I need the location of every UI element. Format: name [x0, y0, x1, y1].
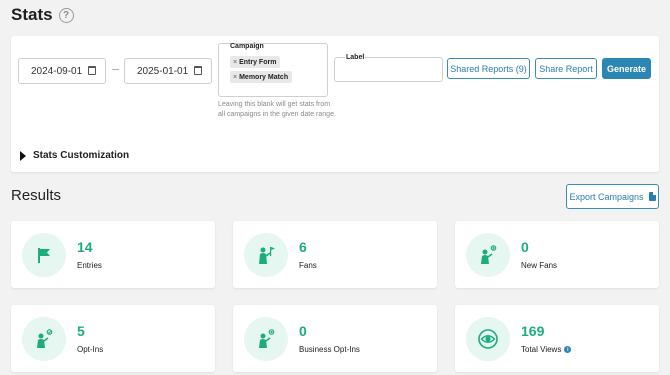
stat-value: 0 [521, 239, 529, 255]
campaign-chip[interactable]: × Memory Match [230, 71, 293, 83]
export-campaigns-button[interactable]: Export Campaigns [566, 184, 659, 209]
stats-customization-toggle[interactable]: Stats Customization [20, 150, 129, 161]
label-field-caption: Label [345, 54, 366, 61]
eye-icon [466, 317, 510, 361]
stat-label: New Fans [521, 261, 558, 270]
stat-value: 14 [77, 239, 93, 255]
stat-card-new-fans: 0 New Fans [455, 221, 659, 288]
campaign-help-text: Leaving this blank will get stats from a… [218, 101, 336, 118]
stat-label: Total Views i [521, 345, 572, 354]
stat-label: Fans [299, 261, 317, 270]
campaign-chip[interactable]: × Entry Form [230, 56, 281, 68]
remove-chip-icon[interactable]: × [233, 74, 237, 81]
document-icon [648, 192, 656, 201]
end-date-input[interactable]: 2025-01-01 [124, 58, 212, 84]
business-opt-in-icon [244, 317, 288, 361]
flag-icon [22, 233, 66, 277]
campaign-chip-label: Entry Form [239, 58, 277, 66]
new-fan-icon [466, 233, 510, 277]
stat-label: Entries [77, 261, 102, 270]
calendar-icon[interactable] [194, 66, 202, 75]
stat-card-entries: 14 Entries [11, 221, 215, 288]
opt-in-icon [22, 317, 66, 361]
generate-button[interactable]: Generate [602, 58, 651, 79]
calendar-icon[interactable] [88, 66, 96, 75]
shared-reports-button[interactable]: Shared Reports (9) [447, 58, 530, 79]
campaign-chip-label: Memory Match [239, 73, 289, 81]
stat-label: Opt-Ins [77, 345, 104, 354]
share-report-button[interactable]: Share Report [535, 58, 597, 79]
page-title: Stats [11, 5, 53, 24]
stat-card-business-opt-ins: 0 Business Opt-Ins [233, 305, 437, 372]
start-date-input[interactable]: 2024-09-01 [18, 58, 106, 84]
date-range-separator [112, 69, 119, 70]
page-header: Stats ? [11, 5, 74, 25]
question-circle-icon[interactable]: ? [58, 7, 74, 23]
stat-card-total-views: 169 Total Views i [455, 305, 659, 372]
person-flag-icon [244, 233, 288, 277]
campaign-select[interactable]: Campaign × Entry Form × Memory Match [218, 43, 328, 97]
stat-card-opt-ins: 5 Opt-Ins [11, 305, 215, 372]
stat-value: 169 [521, 323, 545, 339]
stat-value: 5 [77, 323, 85, 339]
start-date-value: 2024-09-01 [31, 65, 83, 77]
stat-card-fans: 6 Fans [233, 221, 437, 288]
stat-value: 0 [299, 323, 307, 339]
stats-filter-card: 2024-09-01 2025-01-01 Campaign × Entry F… [11, 36, 659, 172]
remove-chip-icon[interactable]: × [233, 59, 237, 66]
info-icon[interactable]: i [564, 346, 572, 353]
stat-value: 6 [299, 239, 307, 255]
export-campaigns-label: Export Campaigns [569, 191, 644, 202]
results-title: Results [11, 187, 62, 204]
stats-customization-label: Stats Customization [33, 150, 130, 161]
stat-label: Business Opt-Ins [299, 345, 360, 354]
caret-right-icon [20, 150, 26, 161]
campaign-label: Campaign [230, 43, 264, 50]
end-date-value: 2025-01-01 [137, 65, 189, 77]
